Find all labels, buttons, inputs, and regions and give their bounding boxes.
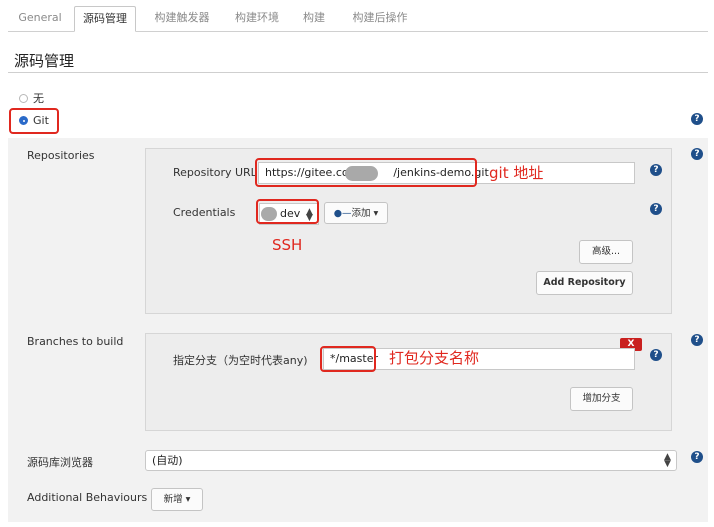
credentials-label: Credentials (173, 206, 236, 219)
credentials-help-icon[interactable]: ? (650, 203, 662, 215)
scm-option-none-label: 无 (33, 92, 44, 105)
scm-option-git-label: Git (33, 114, 49, 127)
git-url-highlight-box (255, 158, 477, 187)
additional-behaviours-label: Additional Behaviours (27, 491, 148, 504)
ssh-annotation: SSH (272, 236, 303, 254)
branch-specifier-help-icon[interactable]: ? (650, 349, 662, 361)
git-address-annotation: git 地址 (489, 164, 544, 182)
tab-post-build-actions[interactable]: 构建后操作 (340, 6, 420, 32)
advanced-button[interactable]: 高级... (579, 240, 633, 264)
branch-highlight-box (320, 346, 376, 372)
scm-option-git[interactable]: Git (19, 114, 49, 127)
tab-build-environment[interactable]: 构建环境 (226, 6, 288, 32)
add-branch-button[interactable]: 增加分支 (570, 387, 633, 411)
add-repository-button[interactable]: Add Repository (536, 271, 633, 295)
browser-select-down-icon: ▼ (664, 459, 671, 469)
repositories-label: Repositories (27, 149, 95, 162)
chevron-down-icon: ▾ (185, 494, 191, 505)
chevron-down-icon: ▾ (373, 208, 379, 219)
radio-none[interactable] (19, 93, 28, 103)
tab-bar: General 源码管理 构建触发器 构建环境 构建 构建后操作 (8, 4, 708, 32)
radio-git[interactable] (19, 116, 28, 125)
branches-help-icon[interactable]: ? (691, 334, 703, 346)
key-icon: ●— (333, 208, 352, 219)
branch-specifier-label: 指定分支（为空时代表any) (173, 354, 308, 367)
tab-build[interactable]: 构建 (294, 6, 334, 32)
add-behaviour-label: 新增 (163, 494, 183, 505)
page-title: 源码管理 (14, 52, 75, 70)
repositories-help-icon[interactable]: ? (691, 148, 703, 160)
tab-general[interactable]: General (12, 6, 68, 32)
repository-browser-select[interactable]: (自动) (145, 450, 677, 471)
scm-option-none[interactable]: 无 (19, 90, 44, 106)
credentials-highlight-box (256, 199, 319, 224)
tab-build-triggers[interactable]: 构建触发器 (142, 6, 222, 32)
repository-browser-value: (自动) (152, 454, 183, 467)
repository-url-help-icon[interactable]: ? (650, 164, 662, 176)
tab-source-code-management[interactable]: 源码管理 (74, 6, 136, 32)
branch-name-annotation: 打包分支名称 (389, 349, 480, 367)
repository-url-label: Repository URL (173, 166, 257, 179)
add-credentials-label: 添加 (351, 208, 371, 219)
add-credentials-button[interactable]: ●—添加 ▾ (324, 202, 388, 224)
section-divider (8, 72, 708, 73)
repository-browser-label: 源码库浏览器 (27, 456, 93, 469)
repository-browser-help-icon[interactable]: ? (691, 451, 703, 463)
add-behaviour-button[interactable]: 新增 ▾ (151, 488, 203, 511)
branches-label: Branches to build (27, 335, 124, 348)
git-help-icon[interactable]: ? (691, 113, 703, 125)
